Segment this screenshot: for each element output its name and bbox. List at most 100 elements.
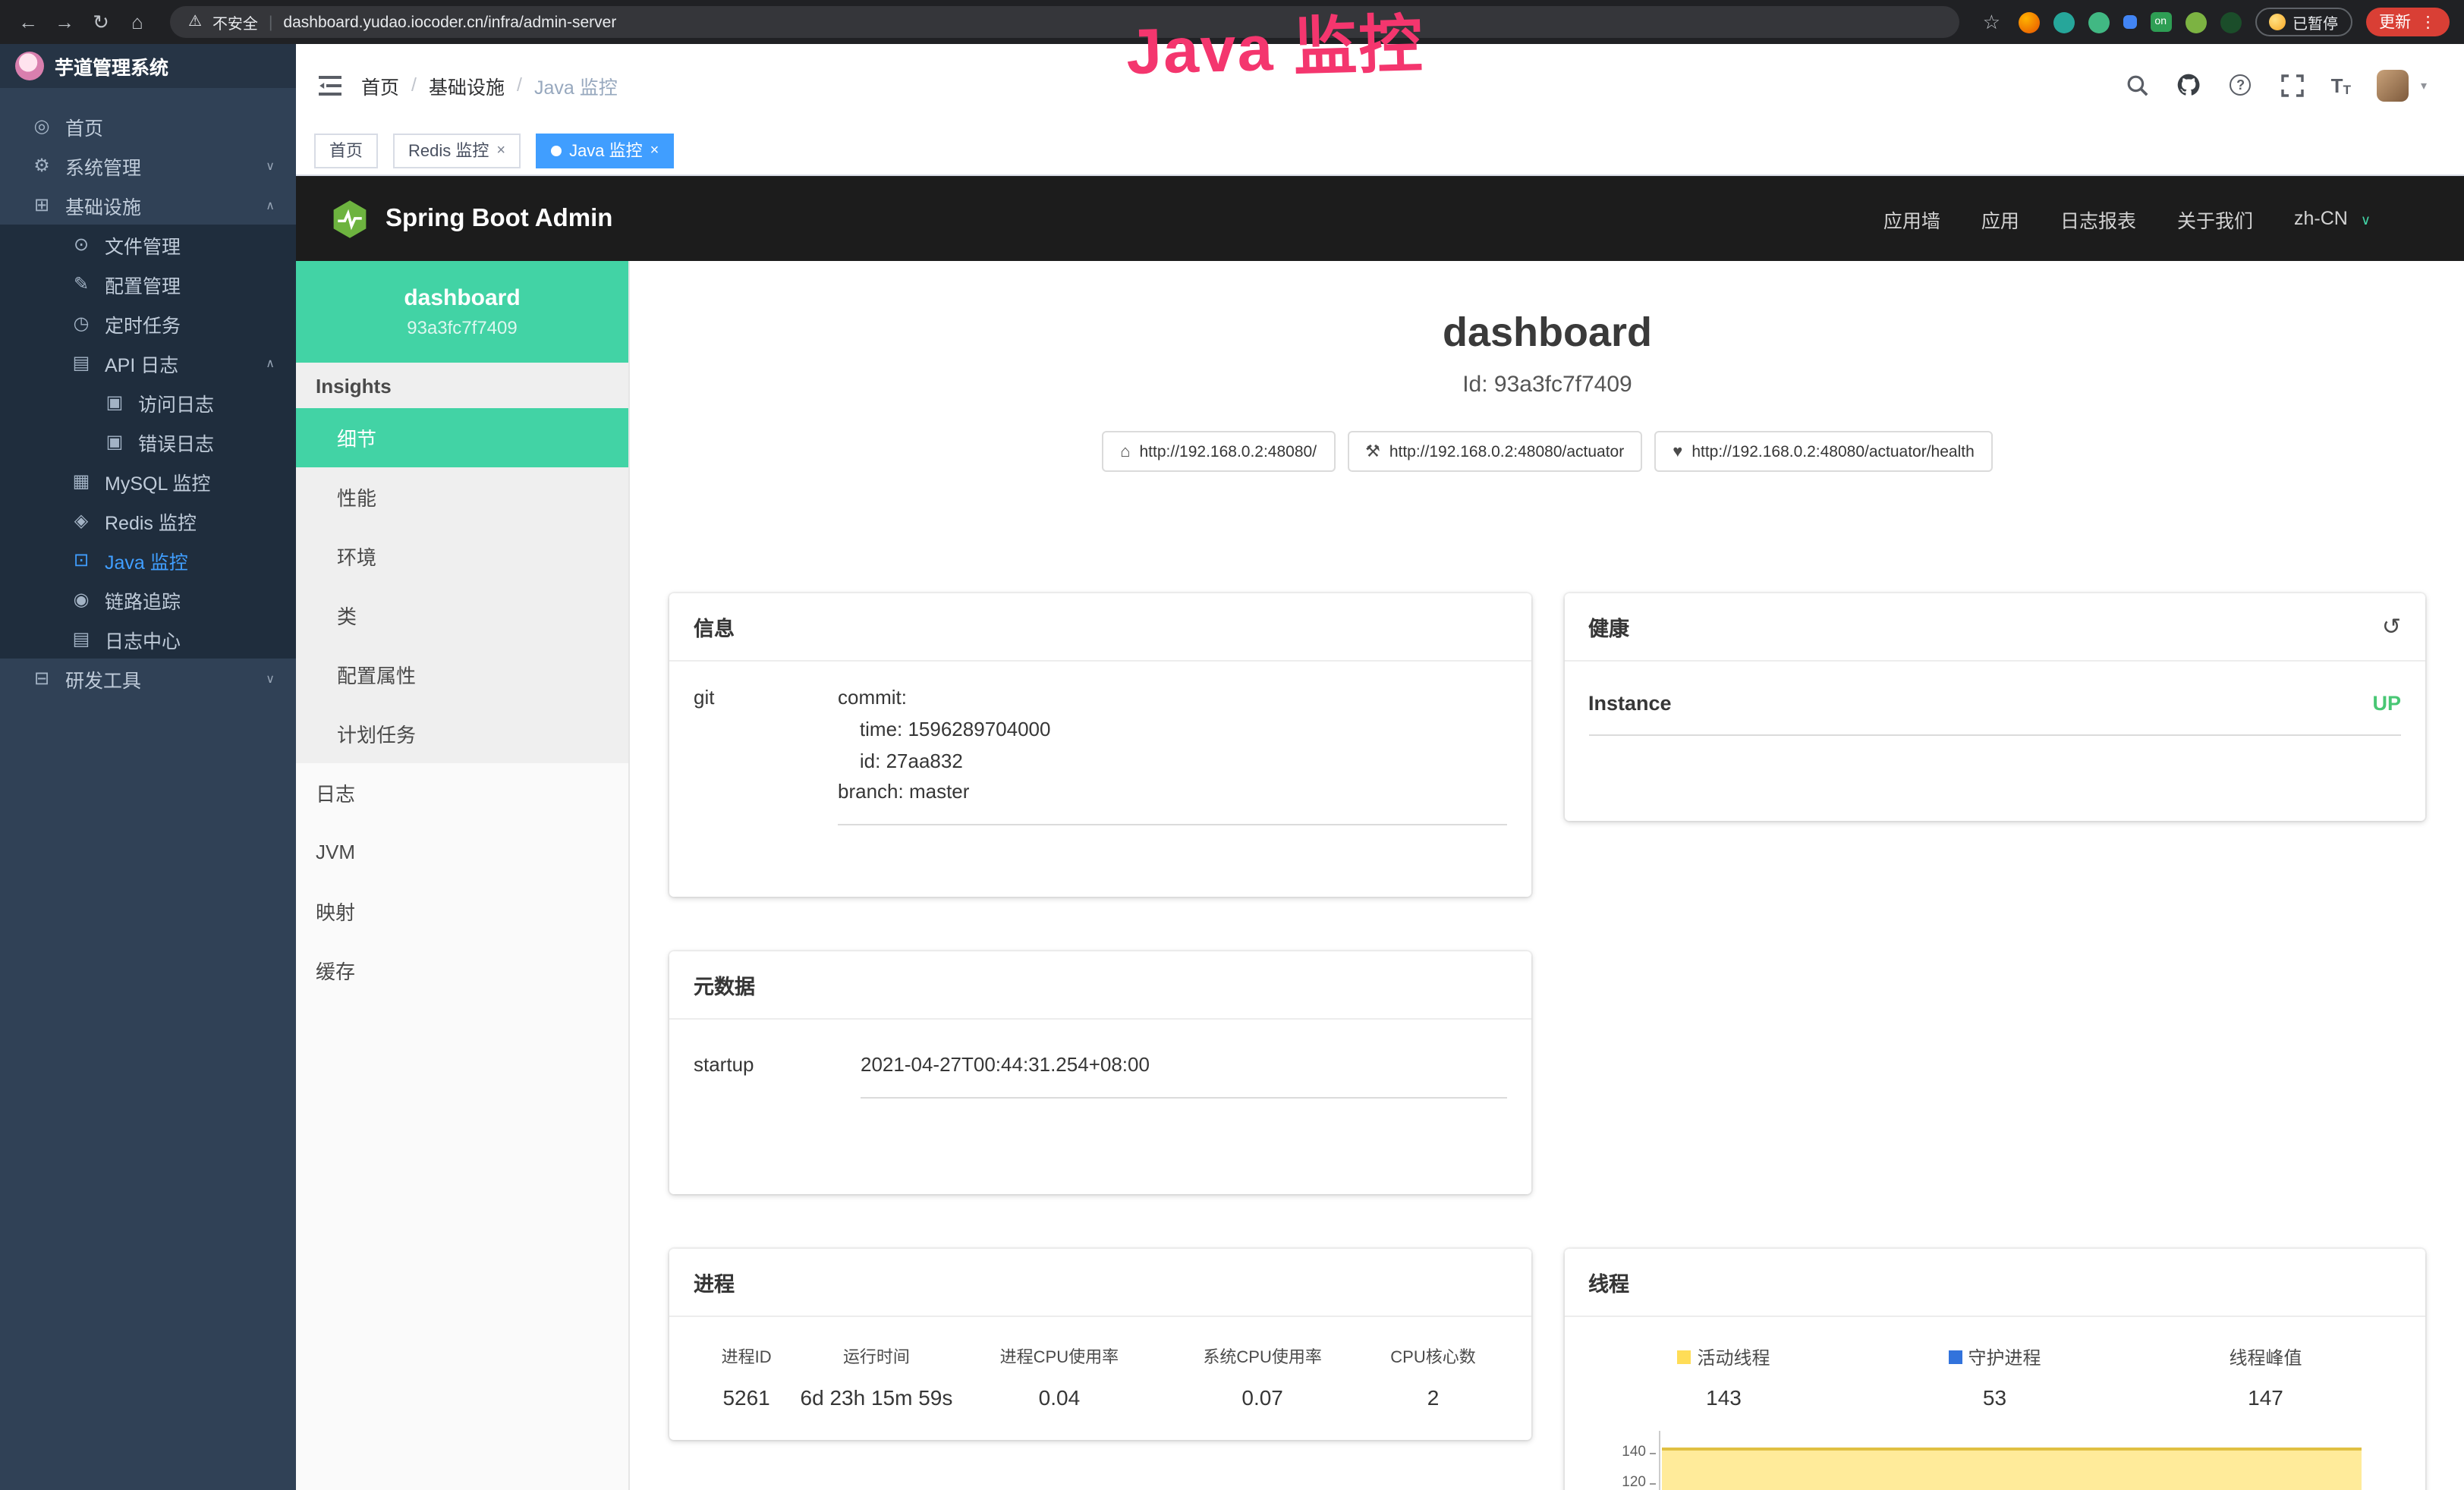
paused-label: 已暂停 [2292, 11, 2338, 33]
sidebar-item-error-logs[interactable]: ▣ 错误日志 [0, 422, 296, 461]
sba-nav-journal[interactable]: 日志报表 [2060, 204, 2136, 233]
sba-item-logs[interactable]: 日志 [296, 763, 628, 822]
browser-menu-icon[interactable]: ⋮ [2420, 13, 2436, 31]
wrench-icon: ⚒ [1365, 442, 1380, 461]
threads-chart: 140 120 100 [1588, 1431, 2401, 1490]
sidebar-item-label: API 日志 [105, 348, 178, 377]
sba-instance-header[interactable]: dashboard 93a3fc7f7409 [296, 261, 628, 363]
sba-nav-links: 应用墙 应用 日志报表 关于我们 zh-CN ∨ [1883, 204, 2431, 233]
sba-locale-select[interactable]: zh-CN ∨ [2294, 208, 2371, 229]
sidebar-collapse-icon[interactable] [319, 75, 341, 95]
help-icon[interactable]: ? [2228, 72, 2254, 98]
extension-grid-icon[interactable] [2123, 15, 2136, 29]
sidebar-item-log-center[interactable]: ▤ 日志中心 [0, 619, 296, 659]
app-title: 芋道管理系统 [55, 52, 168, 80]
chevron-up-icon: ∧ [266, 198, 275, 212]
reload-icon[interactable]: ↻ [88, 10, 114, 34]
sba-item-jvm[interactable]: JVM [296, 822, 628, 882]
sba-nav-wallboard[interactable]: 应用墙 [1883, 204, 1940, 233]
chevron-up-icon: ∧ [266, 356, 275, 369]
column-header: 进程ID [694, 1344, 799, 1369]
sidebar-item-home[interactable]: ◎ 首页 [0, 106, 296, 146]
github-icon[interactable] [2176, 72, 2202, 98]
close-icon[interactable]: × [650, 142, 659, 159]
sidebar-menu: ◎ 首页 ⚙ 系统管理 ∨ ⊞ 基础设施 ∧ ⊙ 文件管理 [0, 88, 296, 698]
redis-icon: ◈ [70, 510, 93, 531]
sidebar-item-dev-tools[interactable]: ⊟ 研发工具 ∨ [0, 659, 296, 698]
sidebar-item-api-logs[interactable]: ▤ API 日志 ∧ [0, 343, 296, 382]
tab-home[interactable]: 首页 [314, 133, 378, 168]
y-axis-tick: 120 [1588, 1474, 1646, 1490]
sba-item-caches[interactable]: 缓存 [296, 941, 628, 1000]
address-bar[interactable]: ⚠ 不安全 | dashboard.yudao.iocoder.cn/infra… [170, 6, 1959, 38]
security-warning-icon[interactable]: ⚠ [188, 14, 202, 30]
sba-nav-about[interactable]: 关于我们 [2177, 204, 2253, 233]
extension-orange-icon[interactable] [2018, 11, 2039, 33]
sba-item-environment[interactable]: 环境 [296, 527, 628, 586]
legend-value: 143 [1588, 1385, 1859, 1410]
extension-on-badge[interactable]: on [2150, 12, 2171, 32]
sidebar-item-mysql-monitor[interactable]: ▦ MySQL 监控 [0, 461, 296, 501]
fullscreen-icon[interactable] [2280, 72, 2305, 98]
document-icon: ▣ [103, 391, 126, 413]
sba-item-config-props[interactable]: 配置属性 [296, 645, 628, 704]
search-icon[interactable] [2125, 72, 2151, 98]
sidebar-item-file-mgmt[interactable]: ⊙ 文件管理 [0, 225, 296, 264]
locale-label: zh-CN [2294, 208, 2348, 229]
close-icon[interactable]: × [496, 142, 505, 159]
url-text[interactable]: dashboard.yudao.iocoder.cn/infra/admin-s… [283, 13, 616, 31]
sidebar-item-scheduled-jobs[interactable]: ◷ 定时任务 [0, 303, 296, 343]
sidebar-item-access-logs[interactable]: ▣ 访问日志 [0, 382, 296, 422]
instance-url-button[interactable]: ⌂ http://192.168.0.2:48080/ [1102, 431, 1335, 472]
sba-sidebar: dashboard 93a3fc7f7409 Insights 细节 性能 环境… [296, 261, 630, 1490]
active-dot [551, 145, 562, 156]
sidebar-item-tracing[interactable]: ◉ 链路追踪 [0, 580, 296, 619]
log-icon: ▤ [70, 352, 93, 373]
sba-item-performance[interactable]: 性能 [296, 467, 628, 527]
actuator-url-button[interactable]: ⚒ http://192.168.0.2:48080/actuator [1347, 431, 1642, 472]
health-row-instance: Instance UP [1588, 683, 2401, 736]
breadcrumb-home[interactable]: 首页 [361, 71, 399, 99]
cell-value: 2 [1360, 1385, 1506, 1410]
sba-brand[interactable]: Spring Boot Admin [329, 198, 612, 239]
browser-home-icon[interactable]: ⌂ [124, 11, 150, 33]
avatar-caret-icon[interactable]: ▾ [2421, 78, 2427, 92]
sba-item-classes[interactable]: 类 [296, 586, 628, 645]
sidebar-item-system-mgmt[interactable]: ⚙ 系统管理 ∨ [0, 146, 296, 185]
tab-redis-monitor[interactable]: Redis 监控 × [393, 133, 521, 168]
extension-teal-icon[interactable] [2053, 11, 2074, 33]
row-key: Instance [1588, 692, 1672, 715]
instance-name: dashboard [404, 285, 520, 311]
back-icon[interactable]: ← [15, 11, 41, 33]
extension-pine-icon[interactable] [2220, 11, 2241, 33]
sidebar-item-redis-monitor[interactable]: ◈ Redis 监控 [0, 501, 296, 540]
user-avatar[interactable] [2377, 69, 2409, 101]
extension-vue-icon[interactable] [2088, 11, 2109, 33]
extension-leaf-icon[interactable] [2185, 11, 2206, 33]
cell-value: 0.04 [954, 1385, 1165, 1410]
security-label[interactable]: 不安全 [212, 11, 258, 33]
app-logo[interactable]: 芋道管理系统 [0, 44, 296, 88]
breadcrumb-infrastructure[interactable]: 基础设施 [429, 71, 505, 99]
paused-badge[interactable]: 已暂停 [2255, 8, 2352, 36]
legend-value: 53 [1859, 1385, 2130, 1410]
tab-java-monitor[interactable]: Java 监控 × [536, 133, 674, 168]
font-size-icon[interactable]: TT [2331, 74, 2351, 96]
tab-label: 首页 [329, 138, 363, 162]
sidebar-item-java-monitor[interactable]: ⊡ Java 监控 [0, 540, 296, 580]
history-icon[interactable]: ↺ [2382, 615, 2401, 638]
sba-item-mappings[interactable]: 映射 [296, 882, 628, 941]
sidebar-item-infrastructure[interactable]: ⊞ 基础设施 ∧ [0, 185, 296, 225]
instance-links: ⌂ http://192.168.0.2:48080/ ⚒ http://192… [630, 431, 2464, 472]
health-url-button[interactable]: ♥ http://192.168.0.2:48080/actuator/heal… [1654, 431, 1993, 472]
forward-icon[interactable]: → [52, 11, 77, 33]
chevron-down-icon: ∨ [266, 671, 275, 685]
update-button[interactable]: 更新 ⋮ [2365, 8, 2450, 36]
process-table: 进程ID 运行时间 进程CPU使用率 系统CPU使用率 CPU核心数 5261 … [694, 1338, 1506, 1410]
bookmark-star-icon[interactable]: ☆ [1978, 10, 2004, 34]
sba-item-scheduled-tasks[interactable]: 计划任务 [296, 704, 628, 763]
sidebar-item-config-mgmt[interactable]: ✎ 配置管理 [0, 264, 296, 303]
sba-nav-applications[interactable]: 应用 [1981, 204, 2019, 233]
breadcrumb-separator: / [517, 74, 522, 96]
sba-item-details[interactable]: 细节 [296, 408, 628, 467]
